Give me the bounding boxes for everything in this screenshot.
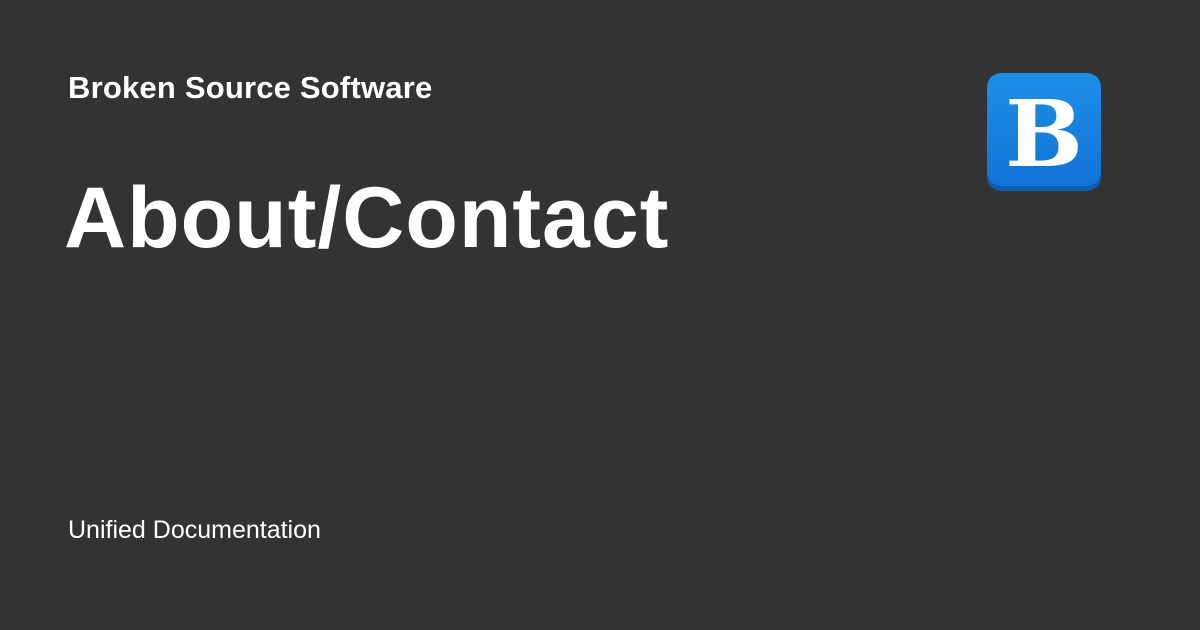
b-logo-svg: B: [987, 73, 1101, 191]
footer-text: Unified Documentation: [68, 516, 321, 544]
b-logo-icon: B: [986, 72, 1102, 192]
page-title: About/Contact: [64, 170, 670, 266]
site-name: Broken Source Software: [68, 70, 433, 105]
logo-letter: B: [1005, 80, 1083, 188]
